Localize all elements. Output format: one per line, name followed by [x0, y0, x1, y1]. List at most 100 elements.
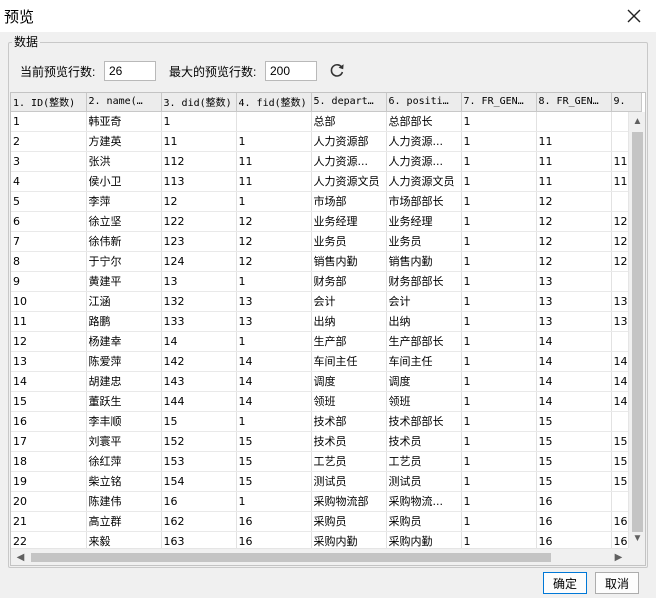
table-cell[interactable]: 21 — [11, 511, 87, 532]
table-cell[interactable]: 徐伟新 — [86, 231, 162, 252]
table-cell[interactable]: 15 — [11, 391, 87, 412]
table-cell[interactable]: 14 — [536, 391, 612, 412]
table-row[interactable]: 9 黄建平 13 1 财务部 财务部部长 1 13 — [11, 271, 642, 292]
table-cell[interactable]: 153 — [161, 451, 237, 472]
scroll-left-icon[interactable]: ◀ — [13, 550, 28, 565]
table-cell[interactable]: 技术部部长 — [386, 411, 462, 432]
cancel-button[interactable]: 取消 — [595, 572, 639, 594]
table-cell[interactable]: 11 — [236, 151, 312, 172]
table-cell[interactable]: 调度 — [311, 371, 387, 392]
table-cell[interactable]: 162 — [161, 511, 237, 532]
table-row[interactable]: 14 胡建忠 143 14 调度 调度 1 14 143 — [11, 371, 642, 392]
table-row[interactable]: 12 杨建幸 14 1 生产部 生产部部长 1 14 — [11, 331, 642, 352]
table-cell[interactable]: 1 — [461, 111, 537, 132]
table-cell[interactable]: 4 — [11, 171, 87, 192]
preview-table[interactable]: 1. ID(整数) 2. name(… 3. did(整数) 4. fid(整数) 5.… — [10, 92, 646, 566]
table-cell[interactable]: 胡建忠 — [86, 371, 162, 392]
table-cell[interactable]: 路鹏 — [86, 311, 162, 332]
table-cell[interactable]: 1 — [461, 151, 537, 172]
column-header[interactable]: 8. FR_GEN… — [536, 93, 612, 112]
table-cell[interactable]: 销售内勤 — [311, 251, 387, 272]
table-cell[interactable]: 12 — [236, 231, 312, 252]
table-row[interactable]: 1 韩亚奇 1 总部 总部部长 1 — [11, 111, 642, 132]
table-cell[interactable]: 1 — [461, 491, 537, 512]
table-cell[interactable]: 16 — [536, 511, 612, 532]
table-cell[interactable]: 144 — [161, 391, 237, 412]
table-cell[interactable]: 车间主任 — [386, 351, 462, 372]
ok-button[interactable]: 确定 — [543, 572, 587, 594]
table-cell[interactable]: 车间主任 — [311, 351, 387, 372]
table-cell[interactable]: 6 — [11, 211, 87, 232]
table-cell[interactable]: 销售内勤 — [386, 251, 462, 272]
table-cell[interactable]: 人力资源文员 — [311, 171, 387, 192]
table-cell[interactable]: 1 — [461, 431, 537, 452]
table-cell[interactable]: 采购员 — [311, 511, 387, 532]
table-cell[interactable]: 总部部长 — [386, 111, 462, 132]
table-cell[interactable]: 人力资源... — [386, 131, 462, 152]
table-cell[interactable] — [536, 111, 612, 132]
table-cell[interactable]: 人力资源... — [311, 151, 387, 172]
table-cell[interactable]: 124 — [161, 251, 237, 272]
table-cell[interactable]: 17 — [11, 431, 87, 452]
table-cell[interactable] — [236, 111, 312, 132]
close-button[interactable] — [624, 6, 644, 26]
table-cell[interactable]: 财务部部长 — [386, 271, 462, 292]
table-cell[interactable]: 市场部 — [311, 191, 387, 212]
table-cell[interactable]: 会计 — [311, 291, 387, 312]
table-cell[interactable]: 1 — [461, 391, 537, 412]
table-cell[interactable]: 人力资源文员 — [386, 171, 462, 192]
table-row[interactable]: 20 陈建伟 16 1 采购物流部 采购物流... 1 16 — [11, 491, 642, 512]
table-cell[interactable]: 14 — [161, 331, 237, 352]
table-cell[interactable]: 1 — [461, 351, 537, 372]
table-cell[interactable]: 1 — [236, 131, 312, 152]
table-row[interactable]: 13 陈爱萍 142 14 车间主任 车间主任 1 14 142 — [11, 351, 642, 372]
vertical-scrollbar[interactable]: ▲ ▼ — [628, 112, 645, 548]
table-cell[interactable]: 2 — [11, 131, 87, 152]
scroll-down-icon[interactable]: ▼ — [630, 531, 645, 546]
table-cell[interactable]: 12 — [236, 211, 312, 232]
table-row[interactable]: 11 路鹏 133 13 出纳 出纳 1 13 133 — [11, 311, 642, 332]
column-header[interactable]: 7. FR_GEN… — [461, 93, 537, 112]
table-cell[interactable]: 业务经理 — [386, 211, 462, 232]
table-cell[interactable]: 江涵 — [86, 291, 162, 312]
table-cell[interactable]: 测试员 — [311, 471, 387, 492]
table-cell[interactable]: 3 — [11, 151, 87, 172]
table-cell[interactable]: 工艺员 — [311, 451, 387, 472]
table-cell[interactable]: 13 — [536, 291, 612, 312]
table-cell[interactable]: 1 — [461, 271, 537, 292]
table-row[interactable]: 5 李萍 12 1 市场部 市场部部长 1 12 — [11, 191, 642, 212]
table-cell[interactable]: 1 — [461, 191, 537, 212]
table-cell[interactable]: 李萍 — [86, 191, 162, 212]
table-cell[interactable]: 张洪 — [86, 151, 162, 172]
table-row[interactable]: 2 方建英 11 1 人力资源部 人力资源... 1 11 — [11, 131, 642, 152]
table-cell[interactable]: 14 — [536, 371, 612, 392]
table-cell[interactable]: 领班 — [386, 391, 462, 412]
table-cell[interactable]: 14 — [236, 351, 312, 372]
table-row[interactable]: 6 徐立坚 122 12 业务经理 业务经理 1 12 122 — [11, 211, 642, 232]
table-cell[interactable]: 11 — [536, 151, 612, 172]
table-cell[interactable]: 方建英 — [86, 131, 162, 152]
table-cell[interactable]: 领班 — [311, 391, 387, 412]
table-cell[interactable]: 李丰顺 — [86, 411, 162, 432]
table-row[interactable]: 21 高立群 162 16 采购员 采购员 1 16 162 — [11, 511, 642, 532]
table-cell[interactable]: 15 — [236, 431, 312, 452]
table-cell[interactable]: 陈建伟 — [86, 491, 162, 512]
table-cell[interactable]: 人力资源部 — [311, 131, 387, 152]
table-cell[interactable]: 1 — [461, 131, 537, 152]
table-cell[interactable]: 13 — [236, 291, 312, 312]
table-cell[interactable]: 15 — [536, 411, 612, 432]
table-cell[interactable]: 12 — [536, 251, 612, 272]
table-row[interactable]: 4 侯小卫 113 11 人力资源文员 人力资源文员 1 11 113 — [11, 171, 642, 192]
table-cell[interactable]: 18 — [11, 451, 87, 472]
table-cell[interactable]: 1 — [236, 331, 312, 352]
table-cell[interactable]: 14 — [536, 331, 612, 352]
table-cell[interactable]: 会计 — [386, 291, 462, 312]
table-cell[interactable]: 16 — [161, 491, 237, 512]
table-cell[interactable]: 技术员 — [386, 431, 462, 452]
table-cell[interactable]: 杨建幸 — [86, 331, 162, 352]
table-cell[interactable]: 市场部部长 — [386, 191, 462, 212]
table-cell[interactable]: 采购物流... — [386, 491, 462, 512]
vertical-scroll-thumb[interactable] — [632, 132, 643, 532]
table-cell[interactable]: 12 — [236, 251, 312, 272]
table-cell[interactable]: 15 — [536, 451, 612, 472]
